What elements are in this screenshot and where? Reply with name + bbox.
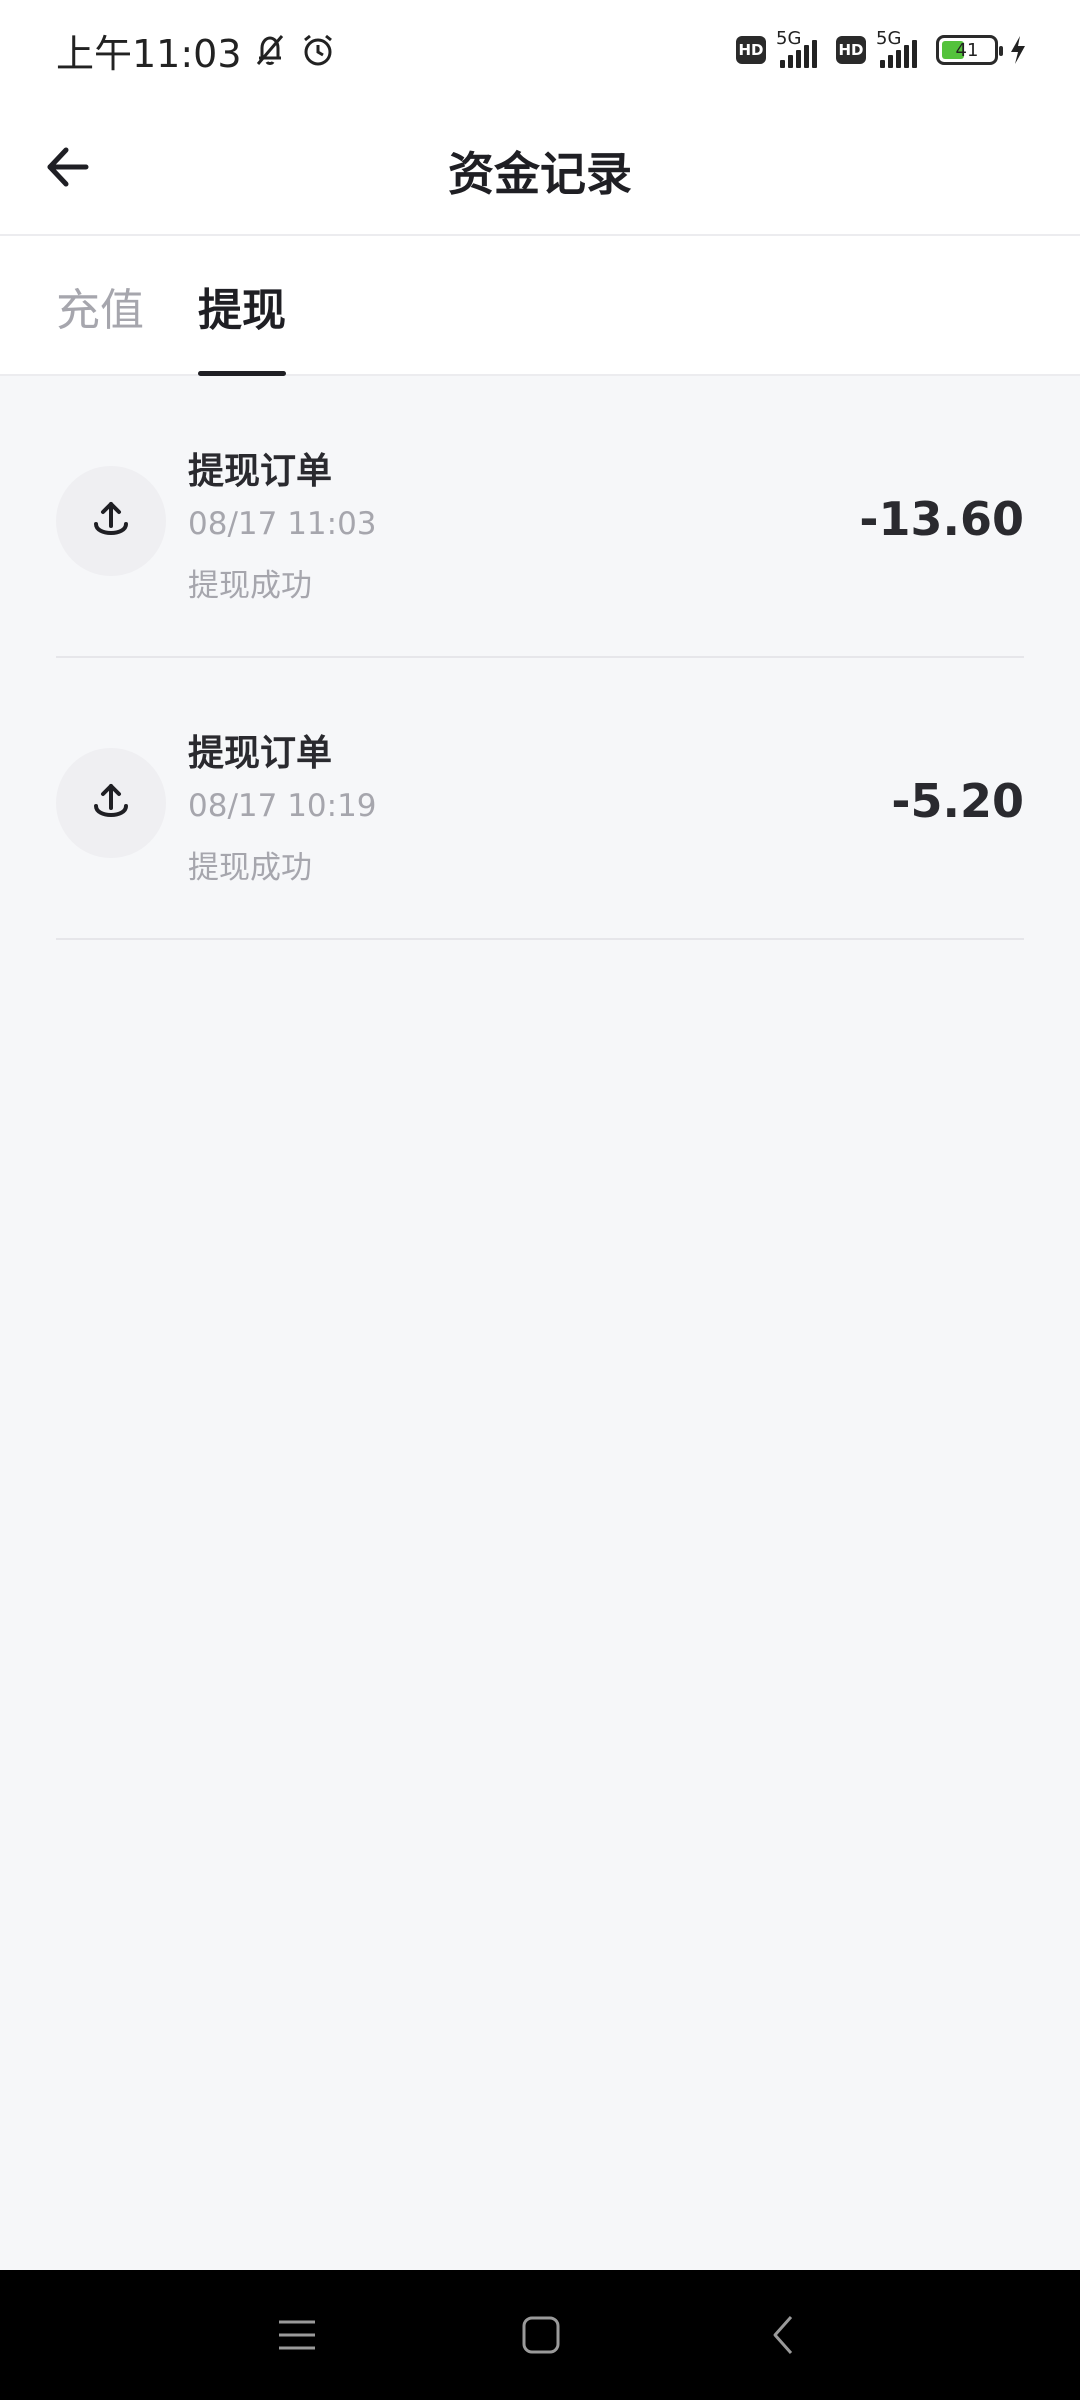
back-icon	[773, 2316, 793, 2354]
menu-button[interactable]	[272, 2310, 322, 2360]
record-amount: -5.20	[891, 774, 1024, 828]
page-title: 资金记录	[448, 147, 632, 201]
tab-bar: 充值 提现	[0, 236, 1080, 376]
record-title: 提现订单	[188, 451, 333, 492]
list-item[interactable]: 提现订单 08/17 11:03 提现成功 -13.60	[56, 376, 1024, 658]
system-nav-bar	[0, 2270, 1080, 2400]
battery-icon: 41	[936, 35, 1003, 65]
alarm-icon	[298, 30, 338, 70]
record-title: 提现订单	[188, 733, 333, 774]
hd-badge: HD	[736, 36, 766, 64]
status-right: HD 5G HD 5G 41	[736, 28, 1028, 70]
list-item[interactable]: 提现订单 08/17 10:19 提现成功 -5.20	[56, 658, 1024, 940]
home-icon	[522, 2316, 560, 2354]
nav-back-button[interactable]	[760, 2310, 810, 2360]
bell-off-icon	[250, 30, 290, 70]
menu-icon	[279, 2320, 315, 2350]
charging-icon	[1008, 34, 1028, 66]
record-time: 08/17 11:03	[188, 506, 377, 542]
hd-badge-2: HD	[836, 36, 866, 64]
home-button[interactable]	[516, 2310, 566, 2360]
record-time: 08/17 10:19	[188, 788, 377, 824]
battery-level: 41	[955, 39, 979, 61]
page: 上午11:03 HD 5G HD 5G 41 资金记录 充值 提现 提现订单 0…	[0, 0, 1080, 2400]
record-amount: -13.60	[859, 492, 1024, 546]
tab-withdraw[interactable]: 提现	[198, 274, 286, 338]
upload-icon	[56, 748, 166, 858]
record-list: 提现订单 08/17 11:03 提现成功 -13.60 提现订单 08/17 …	[0, 376, 1080, 940]
tab-recharge[interactable]: 充值	[56, 274, 144, 338]
upload-icon	[56, 466, 166, 576]
status-left: 上午11:03	[56, 23, 338, 78]
header: 资金记录	[0, 100, 1080, 236]
signal-icon-2: 5G	[876, 28, 926, 70]
signal-icon: 5G	[776, 28, 826, 70]
status-bar: 上午11:03 HD 5G HD 5G 41	[0, 0, 1080, 100]
record-status: 提现成功	[188, 568, 312, 604]
status-time: 上午11:03	[56, 31, 242, 76]
record-status: 提现成功	[188, 850, 312, 886]
